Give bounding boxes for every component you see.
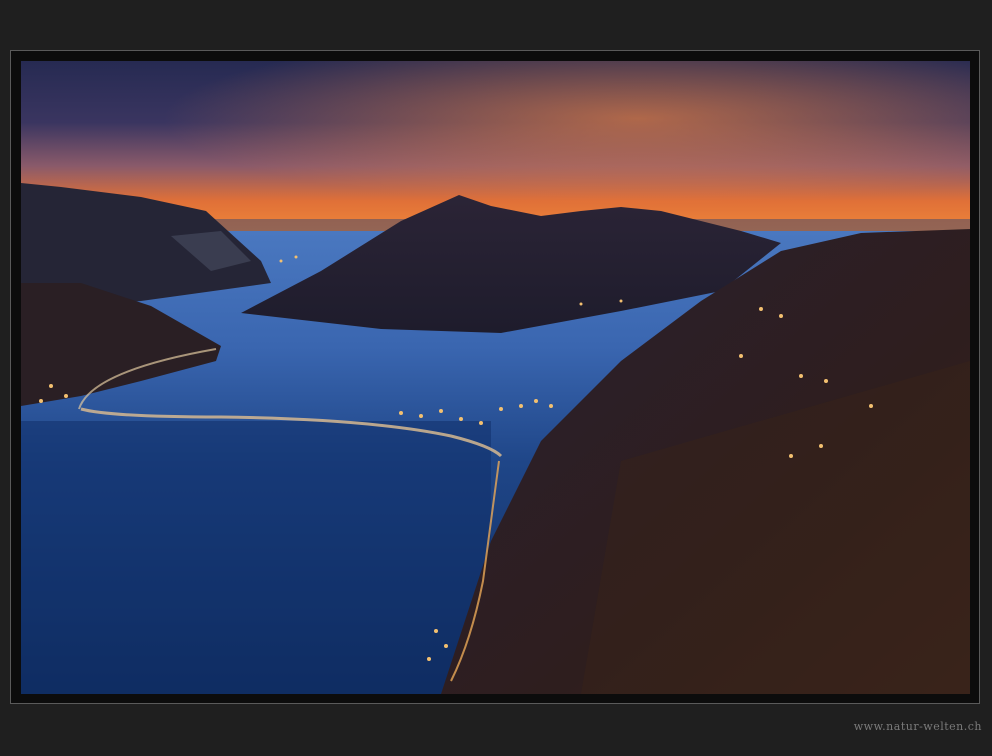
landscape-photo: [21, 61, 970, 694]
watermark: www.natur-welten.ch: [853, 720, 982, 733]
